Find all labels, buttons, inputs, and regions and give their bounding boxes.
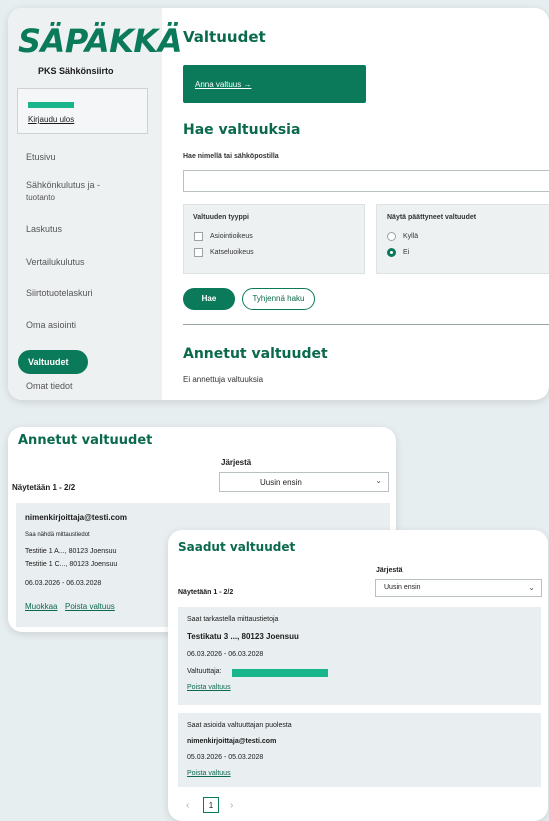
sidebar-item-etusivu[interactable]: Etusivu xyxy=(26,152,56,162)
radio-kylla[interactable] xyxy=(387,232,396,241)
main-content: Valtuudet Anna valtuus → Hae valtuuksia … xyxy=(162,8,549,400)
entry-address-1: Testitie 1 A..., 80123 Joensuu xyxy=(25,548,117,555)
given-card-title: Annetut valtuudet xyxy=(18,433,153,448)
sidebar: SÄPÄKKÄ PKS Sähkönsiirto Kirjaudu ulos E… xyxy=(8,8,182,400)
entry-email: nimenkirjoittaja@testi.com xyxy=(25,513,128,522)
type-filter-title: Valtuuden tyyppi xyxy=(193,214,250,221)
grant-authorization-label: Anna valtuus → xyxy=(195,80,252,89)
sort-select-value: Uusin ensin xyxy=(384,584,421,591)
list-item: Saat asioida valtuuttajan puolesta nimen… xyxy=(178,713,541,787)
logout-link[interactable]: Kirjaudu ulos xyxy=(28,115,74,124)
list-item: Saat tarkastella mittaustietoja Testikat… xyxy=(178,607,541,705)
authorizations-page: SÄPÄKKÄ PKS Sähkönsiirto Kirjaudu ulos E… xyxy=(8,8,549,400)
entry-dates: 05.03.2026 - 05.03.2028 xyxy=(187,754,264,761)
sort-select[interactable]: Uusin ensin ⌄ xyxy=(219,472,389,492)
sidebar-item-laskutus[interactable]: Laskutus xyxy=(26,224,62,234)
remove-authorization-link[interactable]: Poista valtuus xyxy=(65,602,115,611)
ended-filter-title: Näytä päättyneet valtuudet xyxy=(387,214,477,221)
entry-address-2: Testitie 1 C..., 80123 Joensuu xyxy=(25,561,118,568)
showing-count: Näytetään 1 - 2/2 xyxy=(178,589,234,596)
sort-select[interactable]: Uusin ensin ⌄ xyxy=(375,579,542,597)
search-label: Hae nimellä tai sähköpostilla xyxy=(183,153,279,160)
search-input[interactable] xyxy=(183,170,549,192)
sidebar-item-valtuudet[interactable]: Valtuudet xyxy=(18,350,88,374)
showing-count: Näytetään 1 - 2/2 xyxy=(12,483,76,492)
radio-kylla-label: Kyllä xyxy=(403,233,419,240)
checkbox-asiointioikeus-label: Asiointioikeus xyxy=(210,233,253,240)
page-title: Valtuudet xyxy=(183,28,266,46)
sidebar-item-sahkonkulutus-cont[interactable]: tuotanto xyxy=(26,193,55,202)
search-button[interactable]: Hae xyxy=(183,288,235,310)
remove-authorization-link[interactable]: Poista valtuus xyxy=(187,684,231,691)
sort-label: Järjestä xyxy=(221,458,252,467)
page-1-button[interactable]: 1 xyxy=(203,797,219,813)
clear-search-button[interactable]: Tyhjennä haku xyxy=(242,288,315,310)
prev-page-icon[interactable]: ‹ xyxy=(186,800,189,811)
user-name-redacted xyxy=(28,102,74,108)
search-title: Hae valtuuksia xyxy=(183,122,301,138)
entry-dates: 06.03.2026 - 06.03.2028 xyxy=(187,651,264,658)
company-name: PKS Sähkönsiirto xyxy=(38,66,114,76)
type-filter: Valtuuden tyyppi Asiointioikeus Katseluo… xyxy=(183,204,365,274)
divider xyxy=(183,324,549,325)
chevron-down-icon: ⌄ xyxy=(528,583,535,592)
received-authorizations-card: Saadut valtuudet Järjestä Uusin ensin ⌄ … xyxy=(168,530,548,821)
received-card-title: Saadut valtuudet xyxy=(178,540,296,554)
entry-email: nimenkirjoittaja@testi.com xyxy=(187,738,277,745)
sort-label: Järjestä xyxy=(376,567,403,574)
given-empty-text: Ei annettuja valtuuksia xyxy=(183,375,264,384)
sidebar-item-omat-tiedot[interactable]: Omat tiedot xyxy=(26,381,73,391)
next-page-icon[interactable]: › xyxy=(230,800,233,811)
entry-permission: Saat tarkastella mittaustietoja xyxy=(187,616,279,623)
ended-filter: Näytä päättyneet valtuudet Kyllä Ei xyxy=(376,204,549,274)
grantor-label: Valtuuttaja: xyxy=(187,668,222,675)
radio-ei-label: Ei xyxy=(403,249,410,256)
grant-authorization-button[interactable]: Anna valtuus → xyxy=(183,65,366,103)
grantor-name-redacted xyxy=(232,669,328,677)
sort-select-value: Uusin ensin xyxy=(260,478,302,487)
entry-permission: Saa nähdä mittaustiedot xyxy=(25,532,90,538)
sidebar-item-vertailukulutus[interactable]: Vertailukulutus xyxy=(26,257,85,267)
chevron-down-icon: ⌄ xyxy=(375,476,382,485)
checkbox-katseluoikeus[interactable] xyxy=(194,248,203,257)
sidebar-item-oma-asiointi[interactable]: Oma asiointi xyxy=(26,320,76,330)
radio-ei[interactable] xyxy=(387,248,396,257)
checkbox-asiointioikeus[interactable] xyxy=(194,232,203,241)
brand-logo: SÄPÄKKÄ xyxy=(18,22,182,60)
given-authorizations-title: Annetut valtuudet xyxy=(183,346,328,362)
entry-permission: Saat asioida valtuuttajan puolesta xyxy=(187,722,292,729)
user-box: Kirjaudu ulos xyxy=(17,88,148,134)
entry-dates: 06.03.2026 - 06.03.2028 xyxy=(25,580,102,587)
entry-address: Testikatu 3 ..., 80123 Joensuu xyxy=(187,632,299,641)
checkbox-katseluoikeus-label: Katseluoikeus xyxy=(210,249,254,256)
remove-authorization-link[interactable]: Poista valtuus xyxy=(187,770,231,777)
sidebar-item-siirtotuotelaskuri[interactable]: Siirtotuotelaskuri xyxy=(26,288,93,298)
edit-link[interactable]: Muokkaa xyxy=(25,602,57,611)
sidebar-item-sahkonkulutus[interactable]: Sähkönkulutus ja - xyxy=(26,180,100,190)
